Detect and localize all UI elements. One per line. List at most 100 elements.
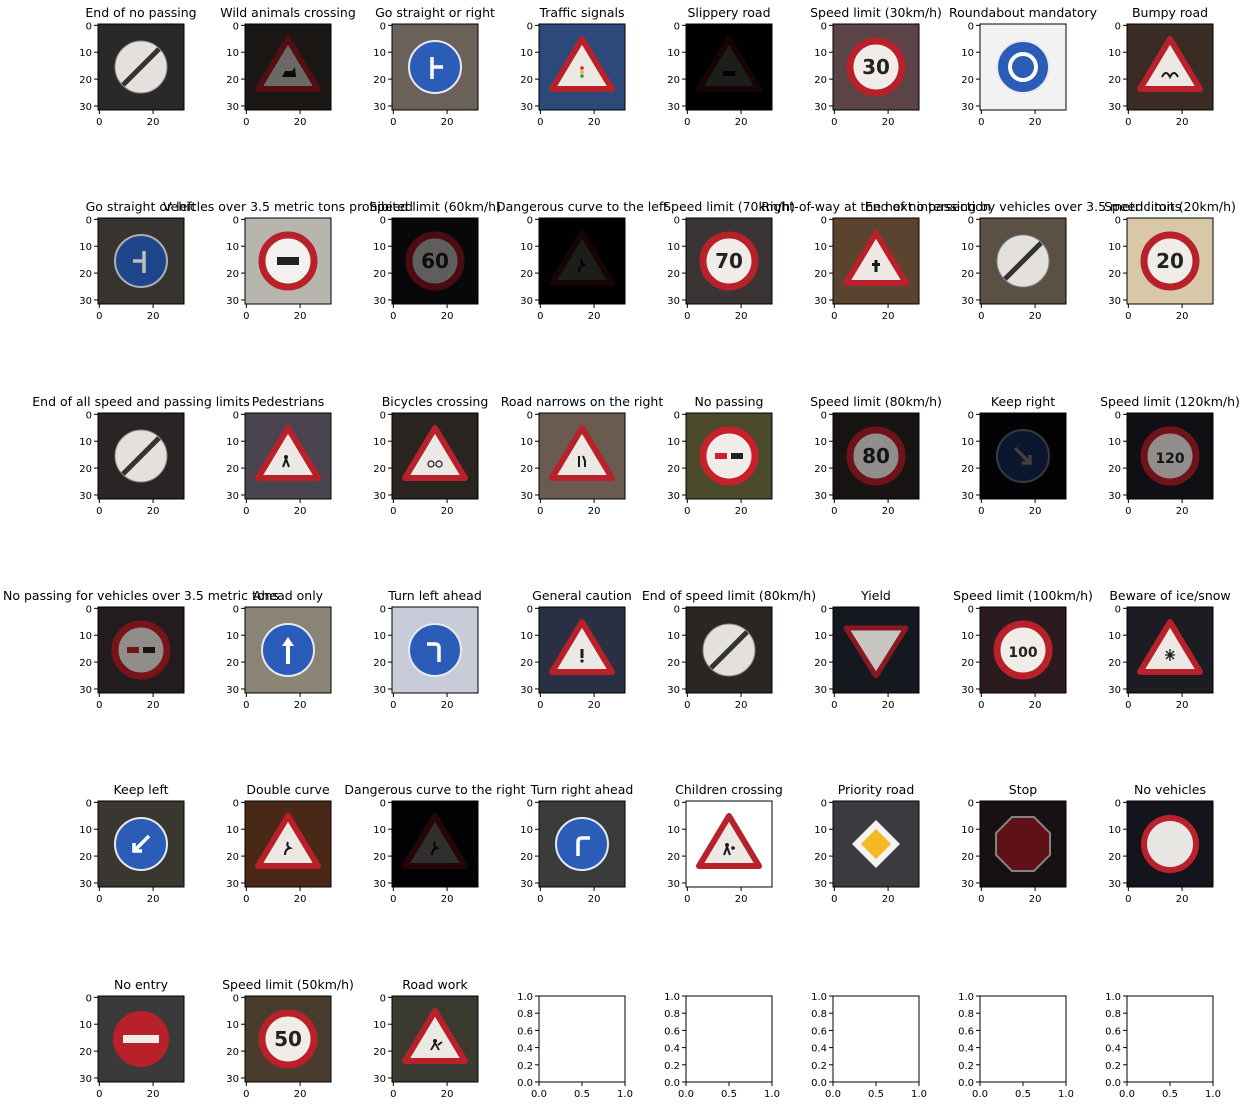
sign-image xyxy=(833,607,919,693)
x-tick-label: 20 xyxy=(882,117,895,128)
speed-sign-number: 30 xyxy=(862,55,890,79)
x-tick-label: 1.0 xyxy=(911,1089,927,1100)
x-tick-label: 20 xyxy=(882,311,895,322)
y-tick-label: 10 xyxy=(226,825,239,836)
y-tick-label: 30 xyxy=(1108,491,1121,502)
no-entry-bar xyxy=(123,1035,159,1043)
y-tick-label: 20 xyxy=(79,852,92,863)
x-tick-label: 0 xyxy=(1125,506,1131,517)
y-tick-label: 0 xyxy=(527,215,533,226)
y-tick-label: 10 xyxy=(667,48,680,59)
panel-title: Speed limit (80km/h) xyxy=(810,394,942,409)
empty-axes-frame xyxy=(979,995,1067,1083)
y-tick-label: 10 xyxy=(1108,437,1121,448)
x-tick-label: 20 xyxy=(441,894,454,905)
y-tick-label: 10 xyxy=(520,48,533,59)
y-tick-label: 0 xyxy=(968,21,974,32)
panel-title: No passing for vehicles over 3.5 metric … xyxy=(3,588,279,603)
image-darkening xyxy=(245,24,331,110)
y-tick-label: 0 xyxy=(86,993,92,1004)
y-tick-label: 10 xyxy=(79,631,92,642)
panel-title: Road work xyxy=(402,977,468,992)
speed-sign-number: 100 xyxy=(1008,645,1037,661)
sign-image: 30 xyxy=(833,24,919,110)
y-tick-label: 30 xyxy=(814,102,827,113)
y-tick-label: 0 xyxy=(821,604,827,615)
image-panel: Priority road 0 20 0 10 20 30 xyxy=(814,782,920,905)
y-tick-label: 20 xyxy=(373,1047,386,1058)
image-darkening xyxy=(392,801,478,887)
image-panel: Speed limit (60km/h) 60 0 20 0 10 20 30 xyxy=(369,199,501,322)
x-tick-label: 0 xyxy=(96,894,102,905)
x-tick-label: 0 xyxy=(831,311,837,322)
y-tick-label: 30 xyxy=(79,296,92,307)
y-tick-label: 0.0 xyxy=(958,1078,974,1089)
y-tick-label: 20 xyxy=(961,852,974,863)
y-tick-label: 30 xyxy=(667,296,680,307)
truck-glyph xyxy=(277,257,299,265)
x-tick-label: 20 xyxy=(1029,506,1042,517)
y-tick-label: 0 xyxy=(527,798,533,809)
x-tick-label: 20 xyxy=(441,117,454,128)
y-tick-label: 20 xyxy=(814,658,827,669)
sign-image xyxy=(686,801,772,887)
image-panel: Roundabout mandatory0 200102030 xyxy=(949,5,1098,128)
sign-image xyxy=(1127,801,1213,887)
y-tick-label: 20 xyxy=(814,464,827,475)
x-tick-label: 20 xyxy=(882,894,895,905)
y-tick-label: 0 xyxy=(527,21,533,32)
x-tick-label: 20 xyxy=(735,700,748,711)
panel-title: Dangerous curve to the left xyxy=(496,199,668,214)
y-tick-label: 20 xyxy=(520,852,533,863)
image-darkening xyxy=(833,413,919,499)
x-tick-label: 20 xyxy=(588,700,601,711)
x-tick-label: 0.5 xyxy=(1015,1089,1031,1100)
y-tick-label: 10 xyxy=(226,1020,239,1031)
y-tick-label: 0 xyxy=(86,410,92,421)
y-tick-label: 20 xyxy=(667,269,680,280)
y-tick-label: 30 xyxy=(226,879,239,890)
panel-title: Yield xyxy=(860,588,891,603)
x-tick-label: 0 xyxy=(96,506,102,517)
y-tick-label: 20 xyxy=(79,464,92,475)
panel-title: Keep left xyxy=(113,782,168,797)
y-tick-label: 10 xyxy=(520,437,533,448)
x-tick-label: 0 xyxy=(243,894,249,905)
snowflake-glyph xyxy=(1165,649,1175,661)
image-panel: End of speed limit (80km/h)0 200102030 xyxy=(642,588,816,711)
x-tick-label: 20 xyxy=(147,506,160,517)
y-tick-label: 20 xyxy=(667,852,680,863)
panel-title: Turn right ahead xyxy=(530,782,634,797)
x-tick-label: 20 xyxy=(294,894,307,905)
panel-title: Wild animals crossing xyxy=(220,5,356,20)
y-tick-label: 20 xyxy=(1108,269,1121,280)
image-panel: End of no passing0 200102030 xyxy=(79,5,196,128)
sign-image xyxy=(98,801,184,887)
y-tick-label: 30 xyxy=(226,685,239,696)
x-tick-label: 20 xyxy=(735,311,748,322)
image-panel: Speed limit (100km/h) 100 0 20 0 10 20 30 xyxy=(953,588,1093,711)
image-darkening xyxy=(980,801,1066,887)
x-tick-label: 0 xyxy=(96,117,102,128)
sign-image: 80 xyxy=(833,413,919,499)
y-tick-label: 10 xyxy=(814,242,827,253)
light-red xyxy=(580,66,584,70)
image-panel: General caution0 200102030 xyxy=(520,588,632,711)
image-panel: Speed limit (30km/h) 30 0 20 0 10 20 30 xyxy=(810,5,942,128)
image-darkening xyxy=(539,218,625,304)
y-tick-label: 0 xyxy=(233,215,239,226)
no-vehicles-sign xyxy=(1141,815,1199,873)
x-tick-label: 20 xyxy=(882,506,895,517)
x-tick-label: 1.0 xyxy=(1205,1089,1221,1100)
y-tick-label: 0.4 xyxy=(664,1044,680,1055)
exclaim-dot xyxy=(580,659,584,663)
y-tick-label: 30 xyxy=(961,491,974,502)
y-tick-label: 0.6 xyxy=(811,1026,827,1037)
x-tick-label: 20 xyxy=(588,506,601,517)
empty-axes-panel: 0.0 0.5 1.0 0.0 0.2 0.4 0.6 0.8 1.0 xyxy=(958,992,1074,1100)
y-tick-label: 20 xyxy=(667,464,680,475)
y-tick-label: 0.4 xyxy=(1105,1044,1121,1055)
y-tick-label: 30 xyxy=(373,296,386,307)
sign-image xyxy=(392,996,478,1082)
sign-image xyxy=(98,24,184,110)
